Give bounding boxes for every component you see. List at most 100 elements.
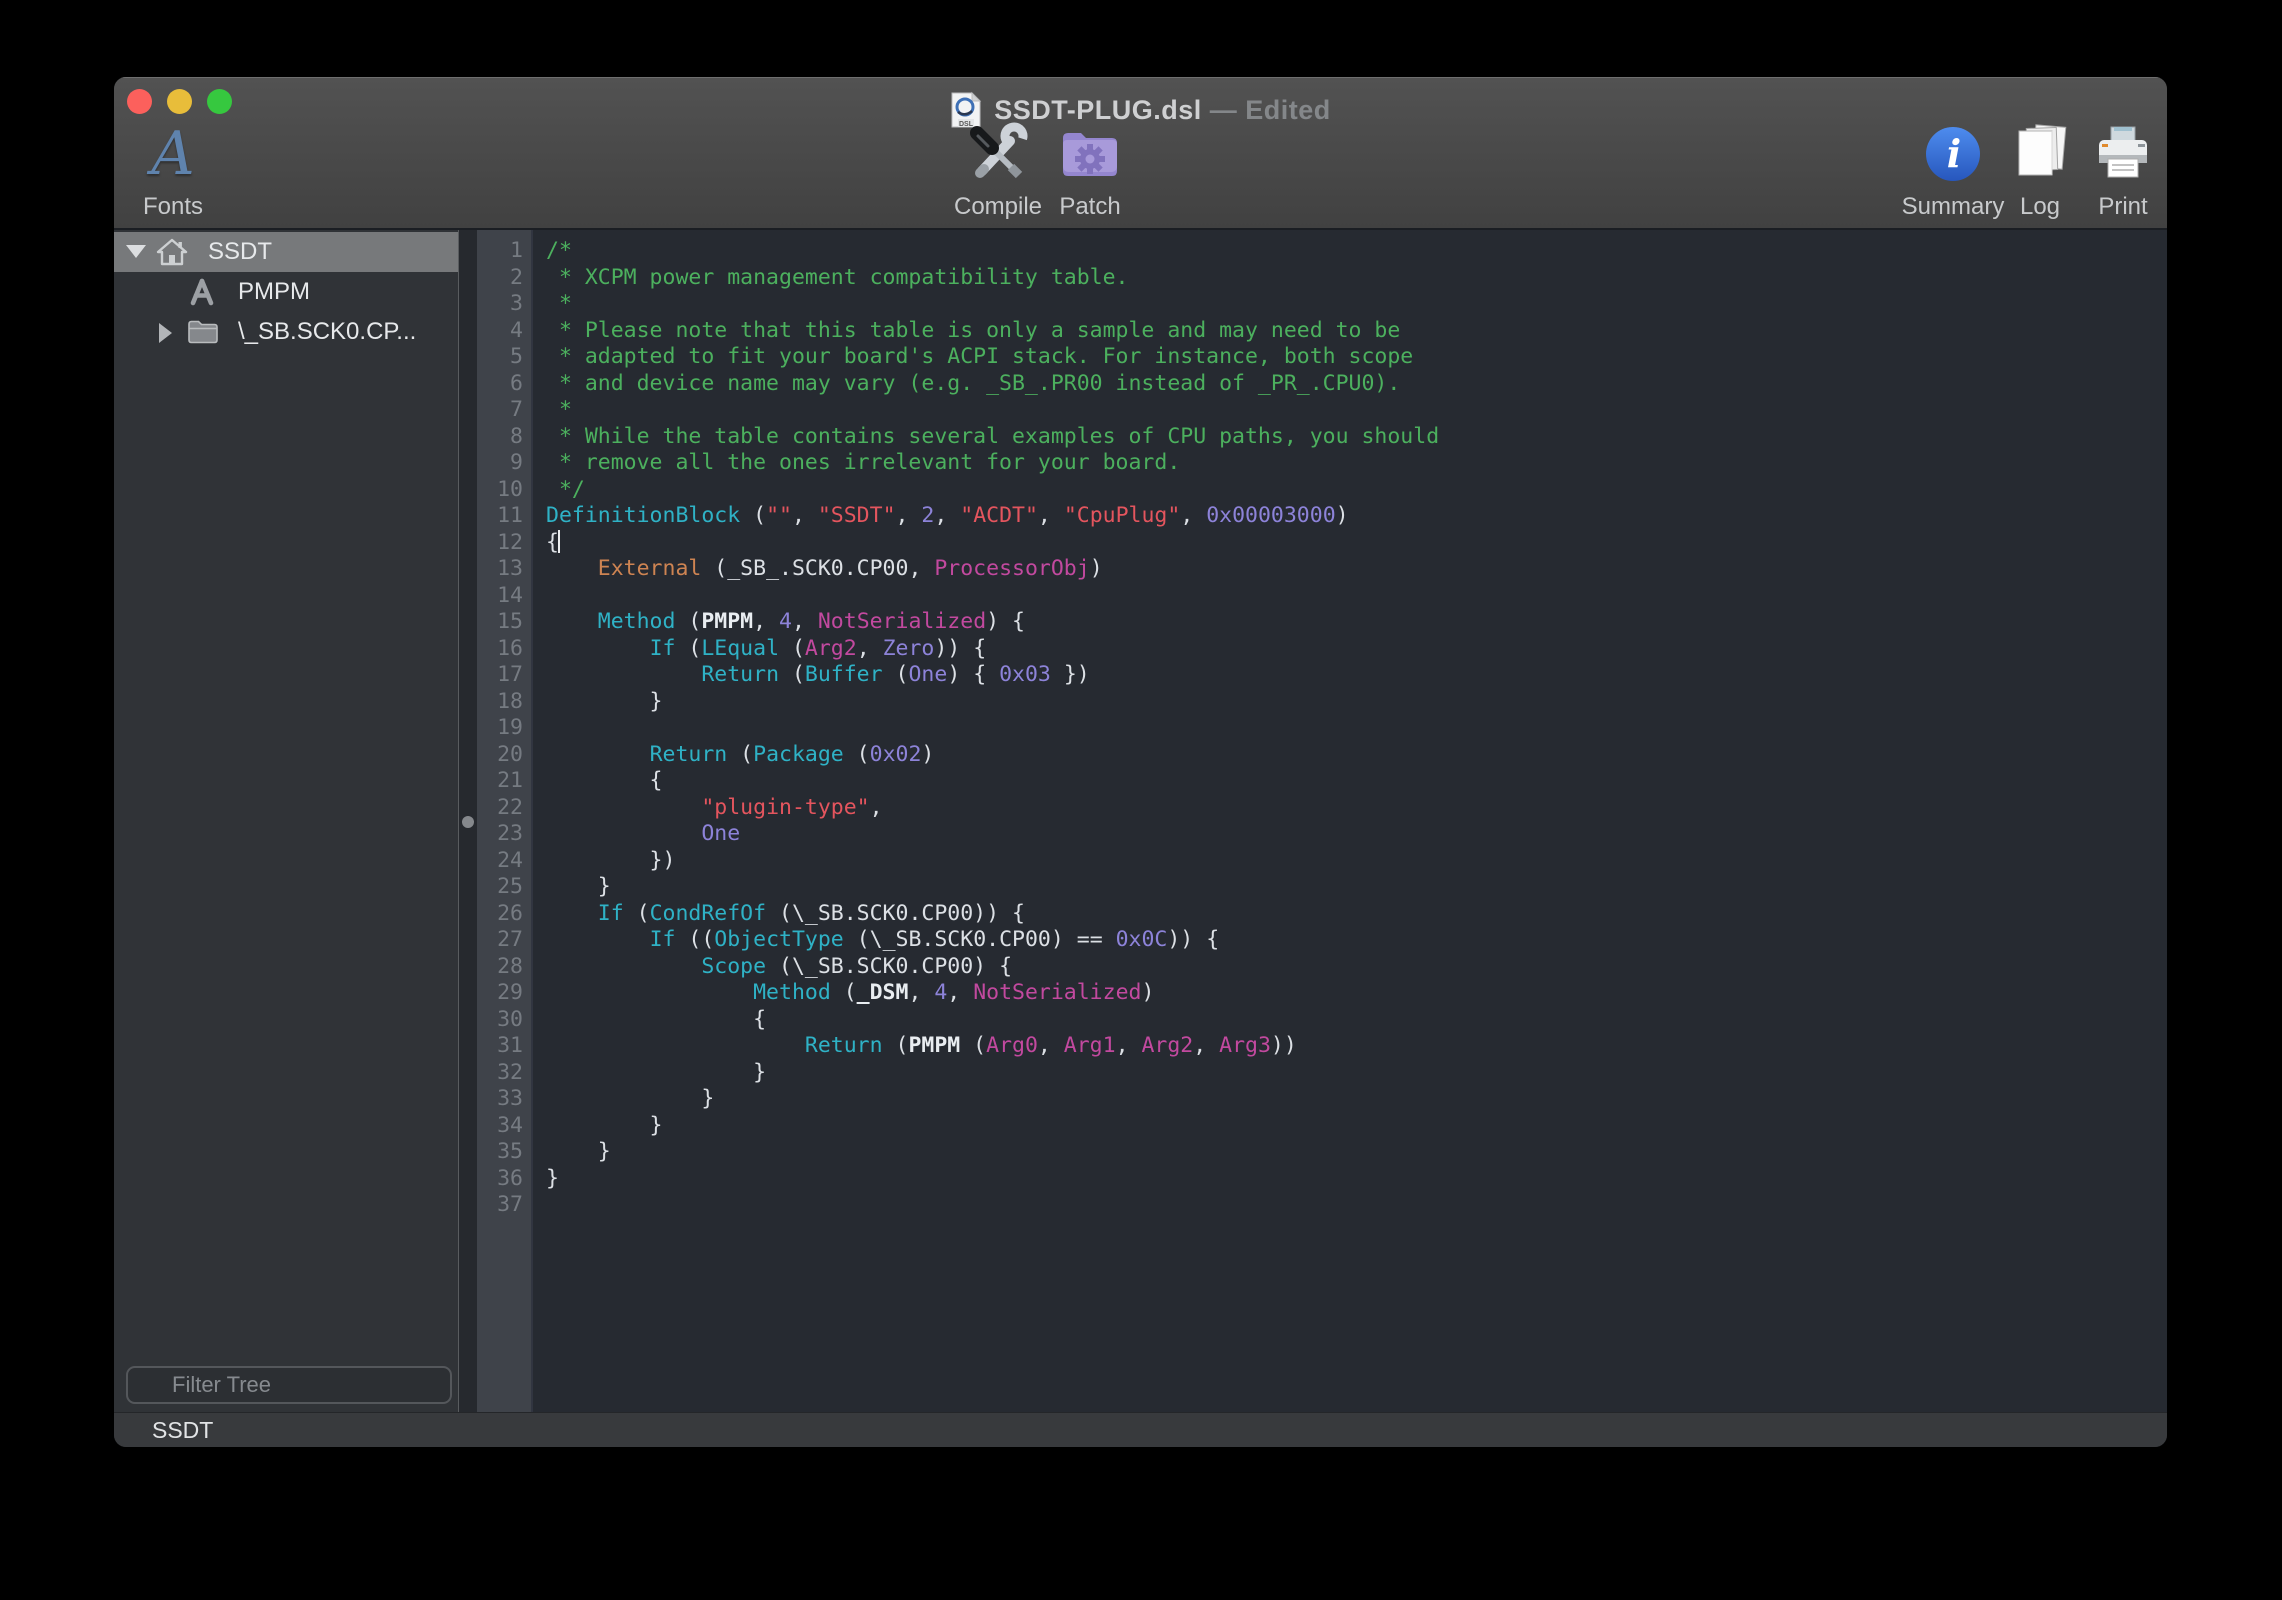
code-token: PMPM: [701, 609, 753, 634]
code-token: )): [1271, 1033, 1297, 1058]
code-token: (: [675, 636, 701, 661]
summary-button[interactable]: i Summary: [1893, 117, 2013, 223]
sidebar-item-ssdt[interactable]: SSDT: [114, 232, 458, 272]
summary-label: Summary: [1893, 193, 2013, 221]
content-area: SSDTPMPM\_SB.SCK0.CP... 1234567891011121…: [114, 230, 2167, 1412]
code-token: "CpuPlug": [1064, 503, 1181, 528]
splitter-handle-dot[interactable]: [462, 816, 474, 828]
line-number: 33: [477, 1086, 531, 1113]
code-token: (: [883, 1033, 909, 1058]
code-token: Arg1: [1064, 1033, 1116, 1058]
code-line: If (CondRefOf (\_SB.SCK0.CP00)) {: [546, 901, 2167, 928]
code-token: Arg2: [805, 636, 857, 661]
code-token: [546, 901, 598, 926]
disclosure-right-icon[interactable]: [159, 323, 172, 343]
code-line: * and device name may vary (e.g. _SB_.PR…: [546, 371, 2167, 398]
line-number: 6: [477, 371, 531, 398]
line-number: 1: [477, 238, 531, 265]
code-token: (\_SB.SCK0.CP00) ==: [844, 927, 1116, 952]
code-token: ,: [1038, 1033, 1064, 1058]
code-line: * Please note that this table is only a …: [546, 318, 2167, 345]
code-line: }: [546, 1113, 2167, 1140]
summary-info-icon: i: [1893, 117, 2013, 191]
code-token: }: [546, 1139, 611, 1164]
fonts-button[interactable]: A Fonts: [118, 117, 228, 223]
code-token: ,: [1116, 1033, 1142, 1058]
code-token: Arg2: [1141, 1033, 1193, 1058]
code-token: * and device name may vary (e.g. _SB_.PR…: [546, 371, 1400, 396]
fonts-label: Fonts: [118, 193, 228, 221]
filter-tree-input[interactable]: [126, 1366, 452, 1404]
code-line: {: [546, 530, 2167, 557]
line-number: 19: [477, 715, 531, 742]
code-line: * XCPM power management compatibility ta…: [546, 265, 2167, 292]
code-token: {: [546, 1007, 766, 1032]
line-number: 37: [477, 1192, 531, 1219]
code-token: * Please note that this table is only a …: [546, 318, 1400, 343]
code-token: ((: [675, 927, 714, 952]
code-line: "plugin-type",: [546, 795, 2167, 822]
code-token: LEqual: [701, 636, 779, 661]
code-line: Scope (\_SB.SCK0.CP00) {: [546, 954, 2167, 981]
pane-splitter[interactable]: [458, 230, 477, 1412]
code-line: *: [546, 397, 2167, 424]
code-token: [546, 742, 650, 767]
code-token: If: [598, 901, 624, 926]
line-number: 25: [477, 874, 531, 901]
line-number: 9: [477, 450, 531, 477]
code-token: * XCPM power management compatibility ta…: [546, 265, 1128, 290]
code-token: (: [740, 503, 766, 528]
code-token: Method: [598, 609, 676, 634]
compile-label: Compile: [938, 193, 1058, 221]
code-token: ,: [1038, 503, 1064, 528]
line-number: 35: [477, 1139, 531, 1166]
code-token: *: [546, 397, 572, 422]
compile-button[interactable]: Compile: [938, 117, 1058, 223]
ssdt-tree: SSDTPMPM\_SB.SCK0.CP...: [114, 232, 458, 352]
line-number: 21: [477, 768, 531, 795]
line-number-gutter: 1234567891011121314151617181920212223242…: [477, 230, 533, 1412]
code-token: ObjectType: [714, 927, 843, 952]
code-token: Package: [753, 742, 844, 767]
sidebar-item-pmpm[interactable]: PMPM: [114, 272, 458, 312]
code-token: ,: [857, 636, 883, 661]
code-line: If (LEqual (Arg2, Zero)) {: [546, 636, 2167, 663]
code-token: External: [598, 556, 702, 581]
code-token: ,: [1180, 503, 1206, 528]
line-number: 29: [477, 980, 531, 1007]
sidebar-item-sb-sck0-cp[interactable]: \_SB.SCK0.CP...: [114, 312, 458, 352]
code-token: [546, 662, 701, 687]
line-number: 3: [477, 291, 531, 318]
code-token: Arg3: [1219, 1033, 1271, 1058]
log-button[interactable]: Log: [2000, 117, 2080, 223]
print-icon: [2077, 117, 2167, 191]
title-group: DSL SSDT-PLUG.dsl — Edited: [114, 90, 2167, 130]
code-token: 4: [934, 980, 947, 1005]
code-token: }: [546, 1060, 766, 1085]
line-number: 11: [477, 503, 531, 530]
patch-button[interactable]: Patch: [1044, 117, 1136, 223]
code-line: }: [546, 1060, 2167, 1087]
code-token: One: [701, 821, 740, 846]
code-token: }: [546, 1166, 559, 1191]
code-line: DefinitionBlock ("", "SSDT", 2, "ACDT", …: [546, 503, 2167, 530]
code-editor[interactable]: 1234567891011121314151617181920212223242…: [477, 230, 2167, 1412]
disclosure-down-icon[interactable]: [126, 245, 146, 258]
code-token: NotSerialized: [818, 609, 986, 634]
code-line: }: [546, 1139, 2167, 1166]
code-token: Arg0: [986, 1033, 1038, 1058]
code-line: * While the table contains several examp…: [546, 424, 2167, 451]
code-token: "": [766, 503, 792, 528]
line-number: 10: [477, 477, 531, 504]
code-token: "ACDT": [960, 503, 1038, 528]
code-token: }: [546, 689, 663, 714]
line-number: 13: [477, 556, 531, 583]
code-token: (: [883, 662, 909, 687]
code-line: /*: [546, 238, 2167, 265]
print-button[interactable]: Print: [2077, 117, 2167, 223]
code-token: ,: [753, 609, 779, 634]
code-token: *: [546, 291, 572, 316]
line-number: 5: [477, 344, 531, 371]
code-token: ,: [1193, 1033, 1219, 1058]
code-token: [546, 954, 701, 979]
